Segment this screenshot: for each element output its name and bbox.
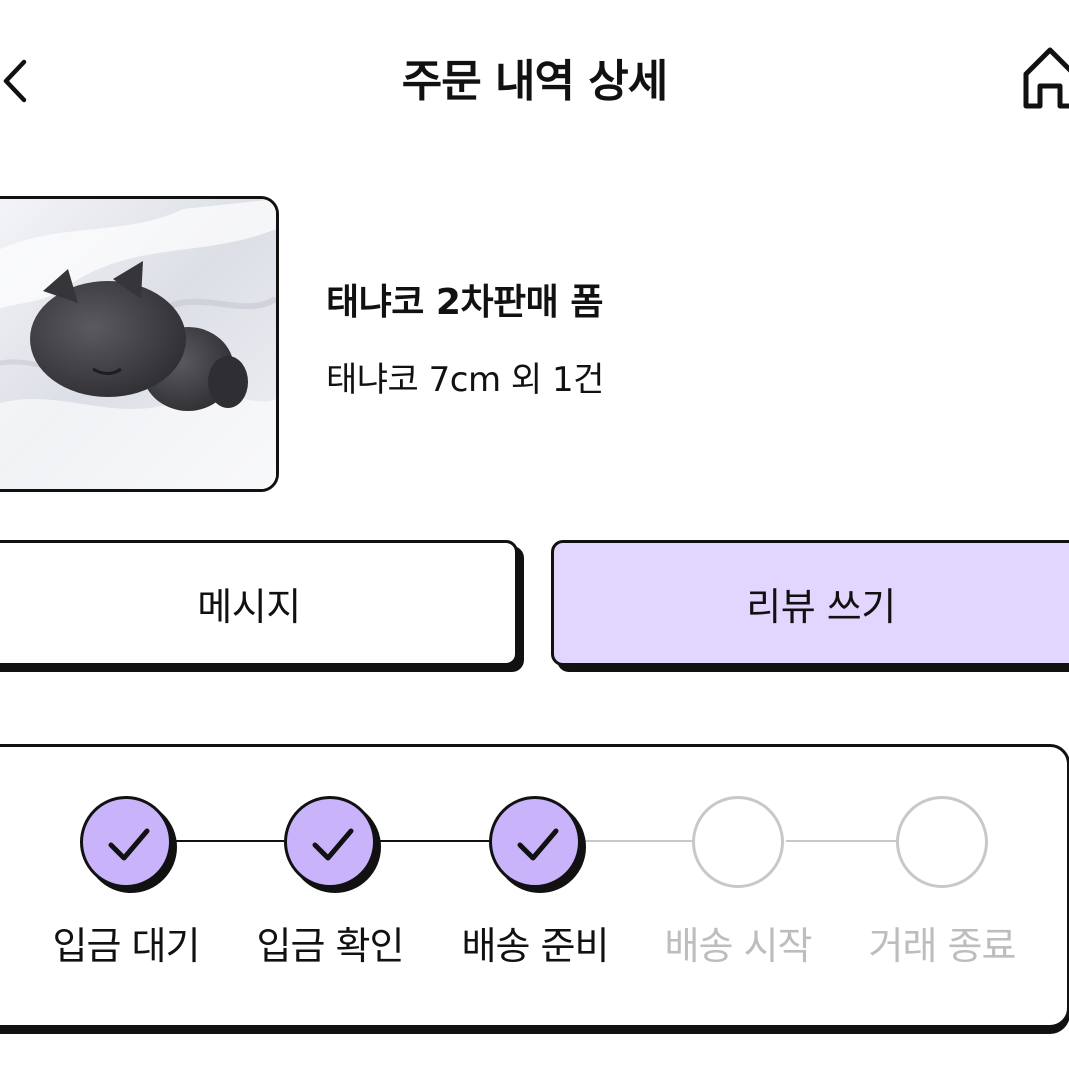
page-title: 주문 내역 상세 [401, 56, 669, 107]
product-image [0, 199, 276, 489]
step-2-indicator [284, 796, 376, 888]
check-icon [517, 828, 559, 861]
product-thumbnail[interactable] [0, 196, 279, 492]
step-connector [786, 840, 898, 842]
check-icon [108, 828, 150, 861]
step-5-indicator [896, 796, 988, 888]
step-5-label: 거래 종료 [868, 924, 1017, 968]
step-1-label: 입금 대기 [52, 924, 201, 968]
write-review-button-label: 리뷰 쓰기 [746, 584, 896, 629]
step-3-indicator [489, 796, 581, 888]
step-connector [172, 840, 284, 842]
step-connector [580, 840, 694, 842]
step-connector [376, 840, 489, 842]
home-icon [1023, 47, 1069, 109]
check-icon [312, 828, 354, 861]
message-button[interactable]: 메시지 [0, 540, 518, 666]
step-3-label: 배송 준비 [461, 924, 610, 968]
home-button[interactable] [1020, 44, 1069, 114]
step-2-label: 입금 확인 [256, 924, 405, 968]
step-4-label: 배송 시작 [664, 924, 813, 968]
product-summary: 태냐코 7cm 외 1건 [326, 360, 604, 400]
product-title: 태냐코 2차판매 폼 [326, 282, 603, 323]
step-1-indicator [80, 796, 172, 888]
order-detail-screen: 주문 내역 상세 태냐코 2차판매 폼 태냐코 7cm 외 1건 메시지 리뷰 … [0, 0, 1069, 1069]
step-4-indicator [692, 796, 784, 888]
write-review-button[interactable]: 리뷰 쓰기 [551, 540, 1069, 666]
message-button-label: 메시지 [197, 584, 301, 629]
